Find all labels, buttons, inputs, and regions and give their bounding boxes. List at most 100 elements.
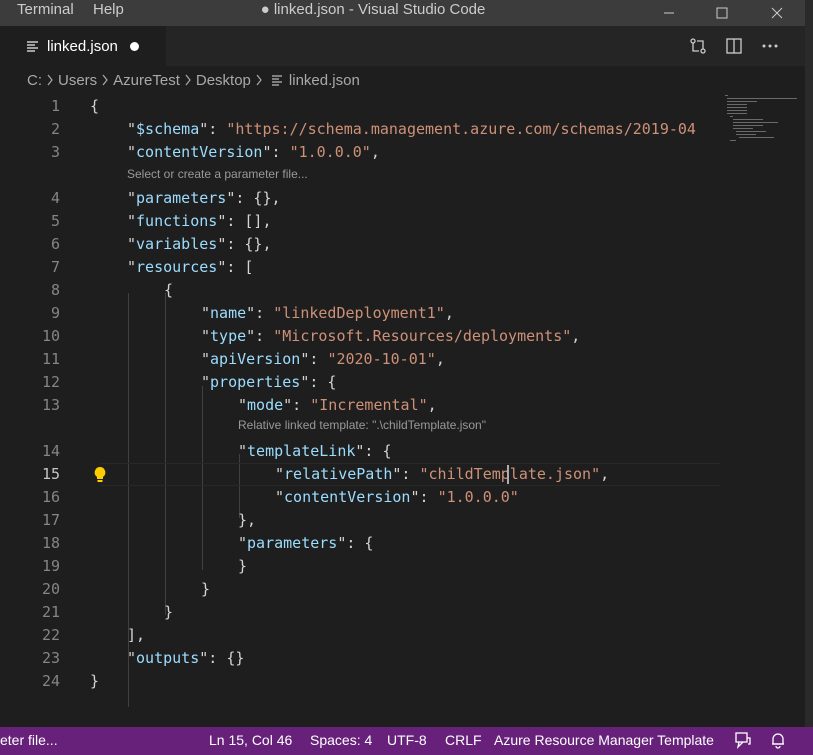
open-changes-icon[interactable] [687,35,709,57]
code-text: }, [238,509,256,532]
code-line[interactable]: 23 "outputs": {} [0,647,805,670]
json-punctuation: , [435,350,445,368]
line-number: 22 [41,626,60,644]
code-text: ], [127,624,145,647]
code-text: "$schema": "https://schema.management.az… [127,118,696,141]
json-key: contentVersion [136,143,263,161]
line-number: 11 [41,350,60,368]
modified-dot-icon[interactable] [129,41,139,51]
close-button[interactable] [754,0,800,26]
status-encoding[interactable]: UTF-8 [387,732,427,748]
breadcrumb-file[interactable]: linked.json [289,72,360,89]
code-line[interactable]: 5 "functions": [], [0,210,805,233]
code-text: "functions": [], [127,210,272,233]
json-punctuation: } [201,580,211,598]
code-line[interactable]: 1{ [0,95,805,118]
minimize-button[interactable] [646,0,692,26]
json-punctuation: , [571,327,581,345]
chevron-right-icon [184,74,192,86]
json-punctuation: { [90,97,100,115]
code-line[interactable]: 24} [0,670,805,693]
code-line[interactable]: 14 "templateLink": { [0,440,805,463]
json-key: relativePath [284,465,393,483]
code-line[interactable]: 15 "relativePath": "childTemplate.json", [0,463,805,486]
json-key: parameters [136,189,227,207]
minimap[interactable] [720,94,800,144]
code-line[interactable]: 10 "type": "Microsoft.Resources/deploymen… [0,325,805,348]
json-string: "1.0.0.0" [289,143,371,161]
code-line[interactable]: 22], [0,624,805,647]
code-editor[interactable]: Select or create a parameter file... Rel… [0,94,805,727]
codelens-parameters[interactable]: Select or create a parameter file... [127,163,308,186]
json-punctuation: , [600,465,610,483]
split-editor-icon[interactable] [723,35,745,57]
status-cursor-position[interactable]: Ln 15, Col 46 [209,732,292,748]
code-line[interactable]: 6 "variables": {}, [0,233,805,256]
chevron-right-icon [255,74,263,86]
json-punctuation: ": [246,304,274,322]
status-indentation[interactable]: Spaces: 4 [310,732,372,748]
code-line[interactable]: 19} [0,555,805,578]
status-language-mode[interactable]: Azure Resource Manager Template [494,732,714,748]
line-number: 2 [50,120,60,138]
feedback-icon[interactable] [734,731,752,752]
json-punctuation: ": [ [217,258,254,276]
breadcrumb-desktop[interactable]: Desktop [196,72,251,89]
file-icon [271,74,283,86]
status-eol[interactable]: CRLF [445,732,482,748]
json-punctuation: { [164,281,174,299]
code-line[interactable]: 18 "parameters": { [0,532,805,555]
json-punctuation: " [127,212,137,230]
code-text: "resources": [ [127,256,253,279]
code-line[interactable]: 13 "mode": "Incremental", [0,394,805,417]
code-line[interactable]: 11 "apiVersion": "2020-10-01", [0,348,805,371]
code-line[interactable]: 20} [0,578,805,601]
breadcrumb-drive[interactable]: C: [27,72,42,89]
code-line[interactable]: 7 "resources": [ [0,256,805,279]
json-punctuation: " [127,189,137,207]
code-line[interactable]: 2 "$schema": "https://schema.management.a… [0,118,805,141]
json-punctuation: " [238,442,248,460]
code-text: "outputs": {} [127,647,244,670]
more-actions-icon[interactable] [759,35,781,57]
code-line[interactable]: 4 "parameters": {}, [0,187,805,210]
code-text: } [201,578,210,601]
code-line[interactable]: 3 "contentVersion": "1.0.0.0", [0,141,805,164]
json-string: "linkedDeployment1" [273,304,445,322]
breadcrumb-azuretest[interactable]: AzureTest [113,72,180,89]
json-punctuation: " [275,465,285,483]
code-text: "templateLink": { [238,440,392,463]
status-parameter-file[interactable]: eter file... [0,732,58,748]
code-line[interactable]: 12 "properties": { [0,371,805,394]
codelens-relative-template[interactable]: Relative linked template: ".\childTempla… [238,414,486,437]
chevron-right-icon [101,74,109,86]
code-line[interactable]: 9 "name": "linkedDeployment1", [0,302,805,325]
code-text: "apiVersion": "2020-10-01", [201,348,445,371]
code-text: } [164,601,173,624]
code-line[interactable]: 17}, [0,509,805,532]
json-punctuation: }, [238,511,257,529]
line-number: 7 [50,258,60,276]
code-text: "contentVersion": "1.0.0.0" [275,486,519,509]
json-string: "Incremental" [310,396,428,414]
bell-icon[interactable] [769,731,787,752]
chevron-right-icon [46,74,54,86]
line-number: 21 [41,603,60,621]
code-text: } [238,555,247,578]
code-line[interactable]: 8{ [0,279,805,302]
json-punctuation: } [90,672,100,690]
line-number: 18 [41,534,60,552]
maximize-button[interactable] [699,0,745,26]
json-punctuation: ": [283,396,311,414]
tab-label: linked.json [47,37,118,55]
code-line[interactable]: 16 "contentVersion": "1.0.0.0" [0,486,805,509]
json-punctuation: ": {}, [217,235,272,253]
code-text: { [90,95,99,118]
tab-linked-json[interactable]: linked.json [0,26,166,66]
breadcrumb-users[interactable]: Users [58,72,97,89]
status-bar: eter file... Ln 15, Col 46 Spaces: 4 UTF… [0,727,813,755]
code-line[interactable]: 21} [0,601,805,624]
json-punctuation: } [238,557,248,575]
vertical-scrollbar[interactable] [805,0,813,727]
json-punctuation: ": { [355,442,392,460]
